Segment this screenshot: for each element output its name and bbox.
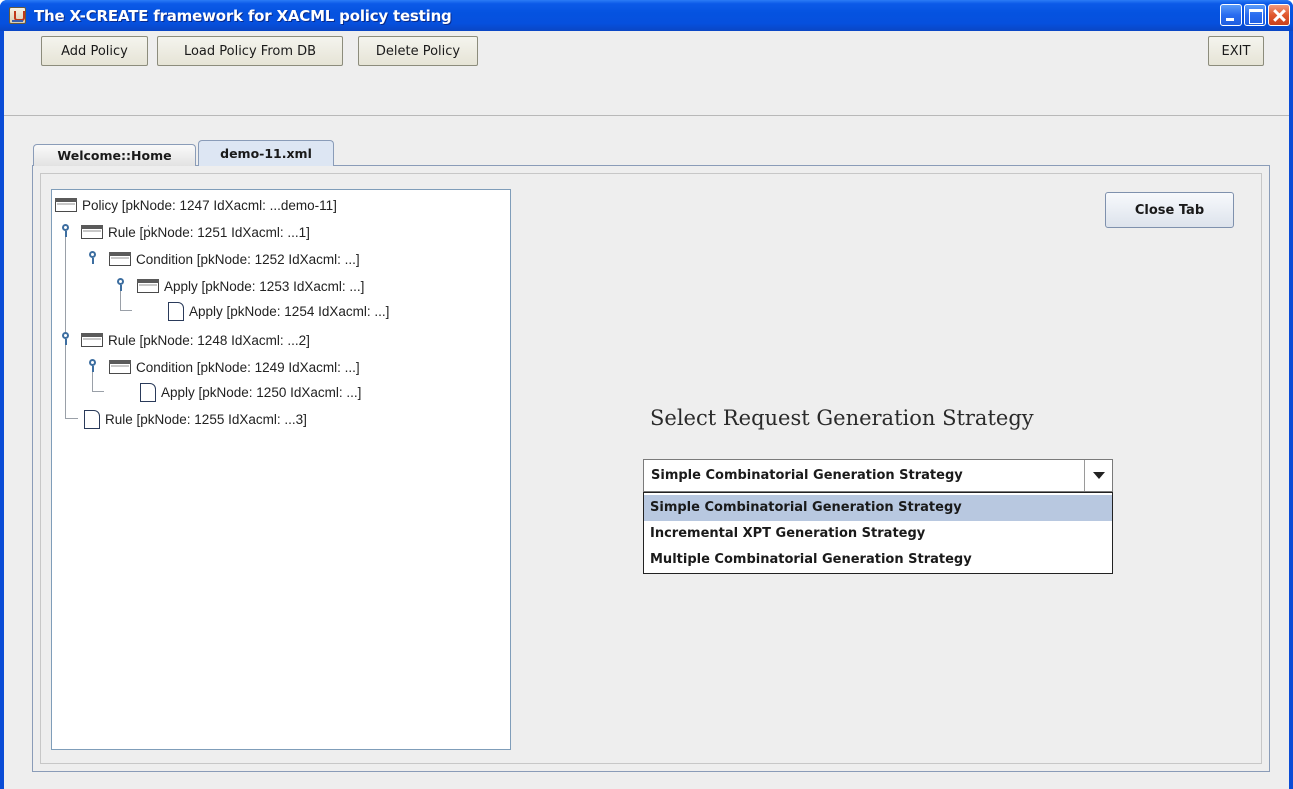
strategy-heading: Select Request Generation Strategy — [650, 406, 1034, 430]
folder-icon — [109, 360, 131, 374]
tree-node-label: Condition [pkNode: 1252 IdXacml: ...] — [136, 251, 360, 267]
tree-expand-handle[interactable] — [117, 278, 124, 291]
folder-icon — [81, 225, 103, 239]
chevron-down-icon — [1092, 472, 1105, 479]
document-icon — [168, 301, 184, 321]
tree-node-label: Rule [pkNode: 1251 IdXacml: ...1] — [108, 224, 310, 240]
folder-icon — [81, 333, 103, 347]
tree-node-label: Rule [pkNode: 1248 IdXacml: ...2] — [108, 332, 310, 348]
minimize-button[interactable] — [1220, 4, 1242, 26]
exit-button[interactable]: EXIT — [1208, 36, 1264, 66]
strategy-combo-box[interactable]: Simple Combinatorial Generation Strategy — [643, 459, 1113, 492]
tab-demo-11-xml[interactable]: demo-11.xml — [198, 140, 334, 166]
close-tab-button[interactable]: Close Tab — [1105, 192, 1234, 228]
close-window-button[interactable] — [1268, 4, 1290, 26]
folder-icon — [137, 279, 159, 293]
tree-expand-handle[interactable] — [62, 332, 69, 345]
add-policy-button[interactable]: Add Policy — [41, 36, 148, 66]
window-title: The X-CREATE framework for XACML policy … — [34, 7, 452, 25]
title-bar[interactable]: The X-CREATE framework for XACML policy … — [0, 0, 1293, 31]
tree-node-policy[interactable]: Policy [pkNode: 1247 IdXacml: ...demo-11… — [55, 196, 337, 214]
tree-node-rule[interactable]: Rule [pkNode: 1248 IdXacml: ...2] — [81, 331, 310, 349]
strategy-option[interactable]: Simple Combinatorial Generation Strategy — [644, 495, 1112, 521]
tree-node-condition[interactable]: Condition [pkNode: 1249 IdXacml: ...] — [109, 358, 360, 376]
tree-node-apply[interactable]: Apply [pkNode: 1253 IdXacml: ...] — [137, 277, 364, 295]
toolbar-separator — [4, 115, 1289, 116]
combo-arrow-button[interactable] — [1084, 460, 1112, 491]
tree-node-label: Apply [pkNode: 1253 IdXacml: ...] — [164, 278, 365, 294]
tree-connector — [65, 418, 78, 419]
strategy-dropdown-list: Simple Combinatorial Generation Strategy… — [643, 492, 1113, 574]
maximize-button[interactable] — [1244, 4, 1266, 26]
strategy-option[interactable]: Multiple Combinatorial Generation Strate… — [644, 547, 1112, 573]
load-policy-from-db-button[interactable]: Load Policy From DB — [157, 36, 343, 66]
document-icon — [84, 409, 100, 429]
tree-node-condition[interactable]: Condition [pkNode: 1252 IdXacml: ...] — [109, 250, 360, 268]
tree-node-label: Policy [pkNode: 1247 IdXacml: ...demo-11… — [82, 197, 337, 213]
tree-connector — [65, 225, 66, 418]
tree-node-apply-leaf[interactable]: Apply [pkNode: 1254 IdXacml: ...] — [165, 301, 390, 321]
tab-welcome-home[interactable]: Welcome::Home — [33, 144, 196, 166]
policy-tree[interactable]: Policy [pkNode: 1247 IdXacml: ...demo-11… — [51, 189, 511, 750]
tree-node-rule[interactable]: Rule [pkNode: 1251 IdXacml: ...1] — [81, 223, 310, 241]
tree-node-label: Condition [pkNode: 1249 IdXacml: ...] — [136, 359, 360, 375]
tree-node-label: Apply [pkNode: 1254 IdXacml: ...] — [189, 303, 390, 319]
delete-policy-button[interactable]: Delete Policy — [358, 36, 478, 66]
tree-expand-handle[interactable] — [89, 359, 96, 372]
document-icon — [140, 382, 156, 402]
tree-expand-handle[interactable] — [62, 224, 69, 237]
folder-icon — [55, 198, 77, 212]
tree-connector — [92, 391, 104, 392]
tree-node-label: Rule [pkNode: 1255 IdXacml: ...3] — [105, 411, 307, 427]
tree-connector — [120, 310, 132, 311]
tree-node-rule-leaf[interactable]: Rule [pkNode: 1255 IdXacml: ...3] — [81, 409, 307, 429]
strategy-option[interactable]: Incremental XPT Generation Strategy — [644, 521, 1112, 547]
folder-icon — [109, 252, 131, 266]
tree-node-apply-leaf[interactable]: Apply [pkNode: 1250 IdXacml: ...] — [137, 382, 362, 402]
strategy-selected-value: Simple Combinatorial Generation Strategy — [651, 468, 963, 483]
tree-expand-handle[interactable] — [89, 251, 96, 264]
java-cup-icon — [9, 7, 26, 24]
tree-node-label: Apply [pkNode: 1250 IdXacml: ...] — [161, 384, 362, 400]
